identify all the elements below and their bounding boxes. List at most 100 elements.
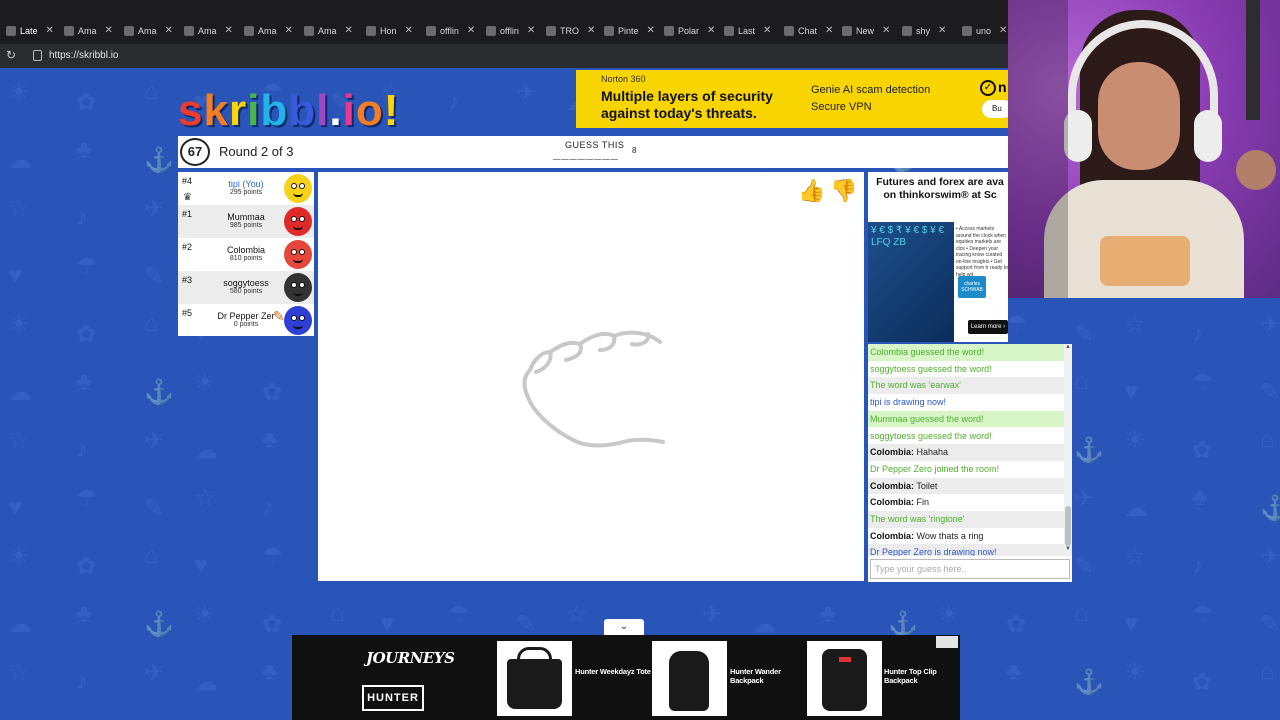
close-tab-icon[interactable]: ✕ xyxy=(46,25,54,36)
chat-author: Colombia: xyxy=(870,480,914,491)
browser-tab[interactable]: offlin ✕ xyxy=(426,22,475,39)
product-label[interactable]: Hunter Weekdayz Tote xyxy=(575,667,651,676)
chat-scrollbar[interactable]: ▲ ▼ xyxy=(1064,344,1072,556)
doodle-icon: ♪ xyxy=(76,204,88,231)
doodle-icon: ✈ xyxy=(144,659,165,686)
doodle-icon: ⌂ xyxy=(144,78,159,105)
close-tab-icon[interactable]: ✕ xyxy=(999,25,1007,36)
crown-icon: ♛ xyxy=(183,192,192,203)
reload-icon[interactable]: ↻ xyxy=(4,48,18,62)
browser-tab[interactable]: uno ✕ xyxy=(962,22,1007,39)
chat-text: tipi is drawing now! xyxy=(870,397,947,408)
chat-text: Hahaha xyxy=(916,447,949,458)
browser-tab[interactable]: shy ✕ xyxy=(902,22,946,39)
close-tab-icon[interactable]: ✕ xyxy=(647,25,655,36)
tab-label: Chat xyxy=(798,25,818,36)
close-tab-icon[interactable]: ✕ xyxy=(285,25,293,36)
browser-tab[interactable]: offlin ✕ xyxy=(486,22,535,39)
browser-tab[interactable]: TRO ✕ xyxy=(546,22,595,39)
bottom-ad[interactable]: JOURNEYS HUNTER Hunter Weekdayz Tote Hun… xyxy=(292,635,960,720)
tab-label: Ama xyxy=(198,25,217,36)
browser-tab[interactable]: Ama ✕ xyxy=(304,22,353,39)
chat-author: Colombia: xyxy=(870,530,914,541)
player-row[interactable]: #5 Dr Pepper Zer 0 points ✎ xyxy=(178,304,314,337)
norton-ad[interactable]: Norton 360 Multiple layers of security a… xyxy=(576,70,1012,128)
player-row[interactable]: #1 Mummaa 985 points xyxy=(178,205,314,238)
doodle-icon: ⚓ xyxy=(144,611,174,638)
chat-text: The word was 'ringtone' xyxy=(870,514,965,524)
product-image[interactable] xyxy=(652,641,727,716)
round-indicator: Round 2 of 3 xyxy=(219,144,294,159)
doodle-icon: ✿ xyxy=(1192,669,1213,696)
browser-tab[interactable]: Ama ✕ xyxy=(64,22,113,39)
player-row[interactable]: #3 soggytoess 580 points xyxy=(178,271,314,304)
chat-message: Colombia: Toilet xyxy=(868,477,1064,495)
browser-tab[interactable]: Hon ✕ xyxy=(366,22,413,39)
doodle-icon: ☆ xyxy=(8,195,30,222)
close-tab-icon[interactable]: ✕ xyxy=(707,25,715,36)
tab-label: Ama xyxy=(258,25,277,36)
collapse-ad-button[interactable]: ⌄ xyxy=(604,619,644,635)
tab-favicon-icon xyxy=(784,25,794,36)
close-tab-icon[interactable]: ✕ xyxy=(105,25,113,36)
doodle-icon: ☁ xyxy=(8,147,32,174)
close-tab-icon[interactable]: ✕ xyxy=(882,25,890,36)
tab-label: offlin xyxy=(440,25,459,36)
browser-tab[interactable]: Last ✕ xyxy=(724,22,771,39)
tab-favicon-icon xyxy=(962,25,972,36)
browser-tab[interactable]: Ama ✕ xyxy=(244,22,293,39)
close-tab-icon[interactable]: ✕ xyxy=(825,25,833,36)
drawing-canvas[interactable]: 👍 👎 xyxy=(318,172,864,581)
chat-text: Dr Pepper Zero is drawing now! xyxy=(870,547,997,556)
close-tab-icon[interactable]: ✕ xyxy=(345,25,353,36)
check-icon: ✓ xyxy=(980,80,996,96)
doodle-icon: ⌂ xyxy=(144,542,159,569)
close-ad-button[interactable] xyxy=(936,636,958,648)
close-tab-icon[interactable]: ✕ xyxy=(225,25,233,36)
close-tab-icon[interactable]: ✕ xyxy=(467,25,475,36)
scroll-thumb[interactable] xyxy=(1065,506,1071,546)
learn-more-button[interactable]: Learn more › xyxy=(968,320,1008,334)
thumbs-down-icon[interactable]: 👎 xyxy=(830,178,857,204)
close-tab-icon[interactable]: ✕ xyxy=(763,25,771,36)
product-image[interactable] xyxy=(497,641,572,716)
word-blanks: ________ xyxy=(553,146,619,161)
product-label[interactable]: Hunter Top Clip Backpack xyxy=(884,667,939,685)
doodle-icon: ✿ xyxy=(1006,611,1027,638)
doodle-icon: ☁ xyxy=(194,437,218,464)
product-image[interactable] xyxy=(807,641,882,716)
player-row[interactable]: #2 Colombia 810 points xyxy=(178,238,314,271)
scroll-down-icon[interactable]: ▼ xyxy=(1064,546,1072,552)
product-label[interactable]: Hunter Wander Backpack xyxy=(730,667,790,685)
browser-tab[interactable]: Pinte ✕ xyxy=(604,22,655,39)
player-points: 985 points xyxy=(229,222,263,229)
browser-tab[interactable]: Late ✕ xyxy=(6,22,54,39)
guess-input[interactable] xyxy=(870,559,1070,579)
thumbs-up-icon[interactable]: 👍 xyxy=(798,178,825,204)
close-tab-icon[interactable]: ✕ xyxy=(165,25,173,36)
close-tab-icon[interactable]: ✕ xyxy=(405,25,413,36)
player-name: soggytoess xyxy=(223,278,269,288)
close-tab-icon[interactable]: ✕ xyxy=(527,25,535,36)
sketch-drawing xyxy=(522,330,665,448)
scroll-up-icon[interactable]: ▲ xyxy=(1064,344,1072,350)
chat-text: Colombia guessed the word! xyxy=(870,347,985,357)
browser-tab[interactable]: New ✕ xyxy=(842,22,890,39)
browser-tab[interactable]: Ama ✕ xyxy=(184,22,233,39)
close-tab-icon[interactable]: ✕ xyxy=(587,25,595,36)
doodle-icon: ✈ xyxy=(144,195,165,222)
browser-tab[interactable]: Ama ✕ xyxy=(124,22,173,39)
browser-tab[interactable]: Chat ✕ xyxy=(784,22,833,39)
doodle-icon: ✈ xyxy=(1260,543,1280,570)
chat-message: Colombia: Fin xyxy=(868,494,1064,511)
chat-message: soggytoess guessed the word! xyxy=(868,428,1064,445)
lock-icon[interactable] xyxy=(33,50,42,61)
thinkorswim-ad[interactable]: Futures and forex are ava on thinkorswim… xyxy=(868,172,1008,342)
browser-tab[interactable]: Polar ✕ xyxy=(664,22,715,39)
schwab-logo: charles SCHWAB xyxy=(958,276,986,298)
player-row[interactable]: #4 tipi (You) 295 points ♛ xyxy=(178,172,314,205)
url-text[interactable]: https://skribbl.io xyxy=(49,50,118,61)
close-tab-icon[interactable]: ✕ xyxy=(938,25,946,36)
tab-label: Polar xyxy=(678,25,700,36)
doodle-icon: ⌂ xyxy=(144,310,159,337)
